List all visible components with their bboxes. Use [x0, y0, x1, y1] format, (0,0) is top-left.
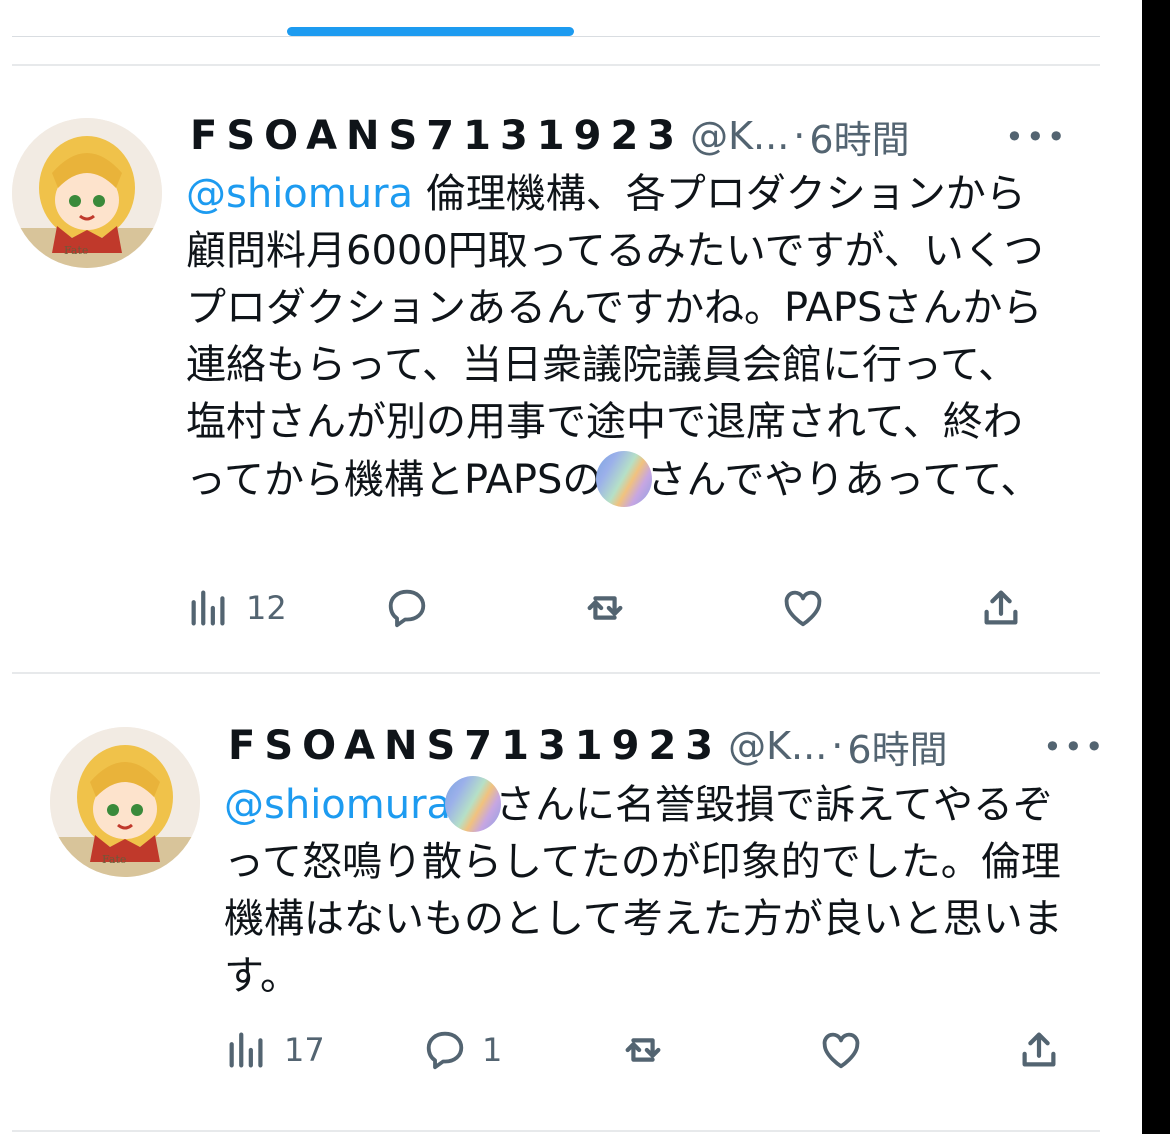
views-button[interactable]: 17 [224, 1020, 325, 1080]
share-icon [984, 590, 1018, 625]
display-name[interactable]: FSOANS7131923 [190, 113, 684, 159]
share-button[interactable] [978, 578, 1024, 638]
retweet-icon [625, 1038, 661, 1062]
views-button[interactable]: 12 [186, 578, 287, 638]
reply-button[interactable] [384, 578, 444, 638]
share-button[interactable] [1016, 1020, 1062, 1080]
views-count: 17 [284, 1031, 325, 1069]
divider-middle [12, 672, 1100, 674]
svg-text:Fate: Fate [102, 853, 126, 866]
views-count: 12 [246, 589, 287, 627]
separator-dot: · [831, 724, 844, 768]
redaction-mark [445, 776, 502, 832]
divider-bottom [12, 1130, 1100, 1132]
like-button[interactable] [818, 1020, 878, 1080]
share-icon [1022, 1032, 1056, 1067]
svg-text:Fate: Fate [64, 244, 88, 257]
mention-link[interactable]: @shiomura [224, 782, 451, 828]
active-tab-indicator [287, 27, 574, 36]
like-button[interactable] [780, 578, 840, 638]
avatar[interactable]: Fate [50, 727, 200, 877]
avatar[interactable]: Fate [12, 118, 162, 268]
timestamp[interactable]: 6時間 [847, 719, 947, 774]
screen-edge-bar [1142, 0, 1170, 1134]
like-icon [784, 590, 822, 627]
avatar-image: Fate [50, 727, 200, 877]
display-name[interactable]: FSOANS7131923 [228, 723, 722, 769]
avatar-image: Fate [12, 118, 162, 268]
tweet-header: FSOANS7131923 @K... · 6時間 [190, 108, 910, 164]
reply-button[interactable]: 1 [422, 1020, 502, 1080]
tweet-actions: 17 1 [224, 1020, 1074, 1080]
reply-icon [426, 1031, 464, 1070]
handle[interactable]: @K... [690, 114, 789, 158]
more-horizontal-icon[interactable]: ••• [1043, 728, 1106, 766]
retweet-icon [587, 596, 623, 620]
more-horizontal-icon[interactable]: ••• [1005, 118, 1068, 156]
handle[interactable]: @K... [728, 724, 827, 768]
views-icon [191, 590, 225, 626]
tweet-text-part2: さんでやりあってて、 [646, 457, 1041, 503]
like-icon [822, 1032, 860, 1069]
tweet-actions: 12 [186, 578, 1036, 638]
timestamp[interactable]: 6時間 [809, 109, 909, 164]
retweet-button[interactable] [582, 578, 642, 638]
tweet-text: @shiomura 倫理機構、各プロダクションから顧問料月6000円取ってるみた… [186, 166, 1056, 509]
reply-count: 1 [482, 1031, 503, 1069]
divider-top [12, 64, 1100, 66]
views-icon [229, 1032, 263, 1068]
retweet-button[interactable] [620, 1020, 680, 1080]
reply-icon [388, 589, 426, 628]
tab-bar-divider [12, 36, 1100, 37]
tweet-text: @shiomura さんに名誉毀損で訴えてやるぞって怒鳴り散らしてたのが印象的でし… [224, 776, 1084, 1005]
separator-dot: · [793, 114, 806, 158]
mention-link[interactable]: @shiomura [186, 171, 413, 217]
tweet-header: FSOANS7131923 @K... · 6時間 [228, 718, 948, 774]
redaction-mark [596, 451, 653, 507]
